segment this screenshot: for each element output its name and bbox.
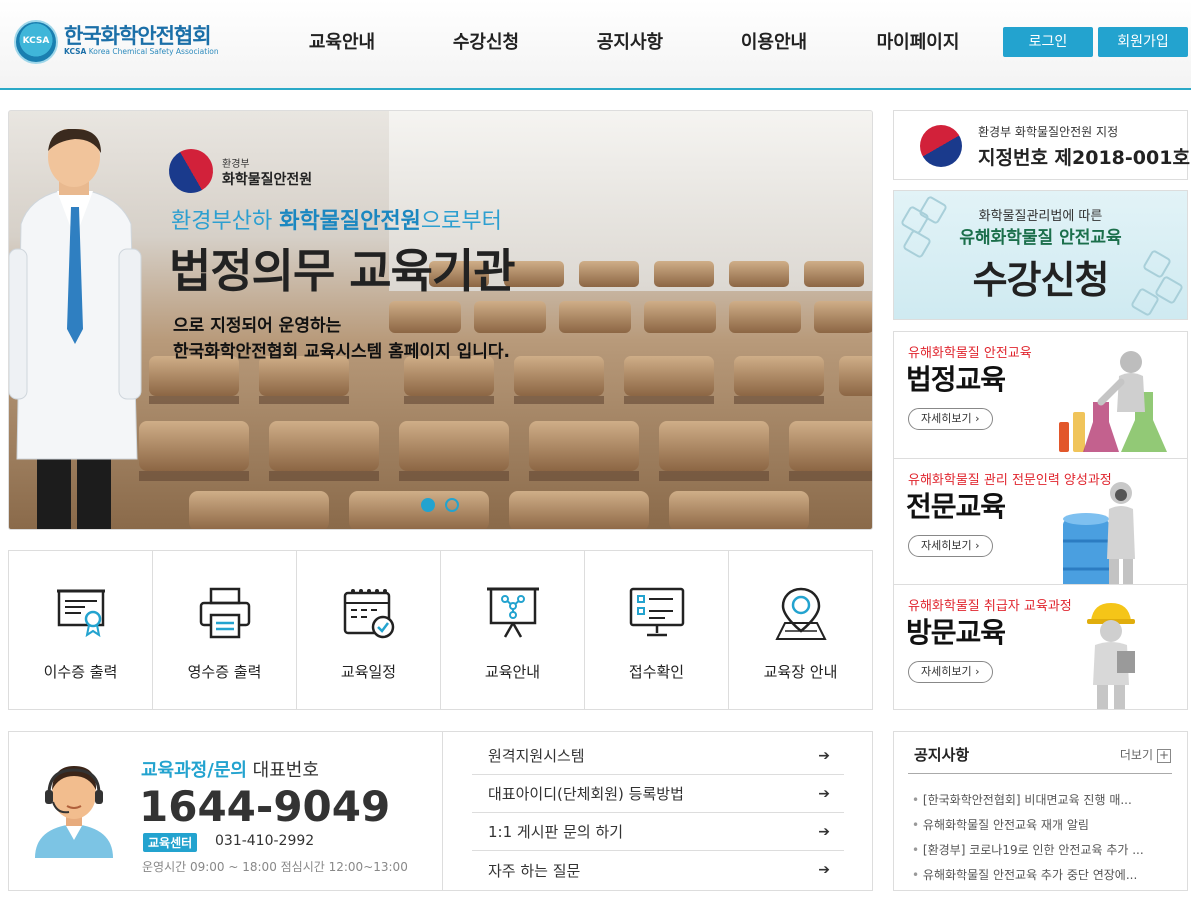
slider-pagination <box>421 498 459 512</box>
link-one-on-one-inquiry[interactable]: 1:1 게시판 문의 하기 ➔ <box>472 813 844 851</box>
quick-registration-check[interactable]: 접수확인 <box>585 551 729 709</box>
slide-dot-2[interactable] <box>445 498 459 512</box>
designation-line1: 환경부 화학물질안전원 지정 <box>978 125 1119 139</box>
hero-description-line2: 한국화학안전협회 교육시스템 홈페이지 입니다. <box>173 342 511 362</box>
designation-number: 지정번호 제2018-001호 <box>978 147 1190 169</box>
nav-notices[interactable]: 공지사항 <box>558 28 702 54</box>
notice-item[interactable]: 유해화학물질 안전교육 추가 중단 연장에... <box>912 863 1172 888</box>
notice-item[interactable]: [한국화학안전협회] 비대면교육 진행 매... <box>912 788 1172 813</box>
chemical-barrel-worker-icon <box>1063 482 1135 584</box>
notice-item[interactable]: 유해화학물질 안전교육 재개 알림 <box>912 813 1172 838</box>
hero-headline: 법정의무 교육기관 <box>169 244 516 298</box>
course-name: 방문교육 <box>906 616 1006 649</box>
course-legal-education[interactable]: 유해화학물질 안전교육 법정교육 자세히보기 › <box>893 331 1188 458</box>
lab-flasks-figure-icon <box>1059 351 1167 452</box>
map-pin-icon <box>774 587 827 640</box>
hero-subheading: 환경부산하 화학물질안전원으로부터 <box>171 209 502 234</box>
quick-label: 교육장 안내 <box>763 663 838 681</box>
quick-education-guide[interactable]: 교육안내 <box>441 551 585 709</box>
enroll-banner[interactable]: 화학물질관리법에 따른 유해화학물질 안전교육 수강신청 <box>893 190 1188 320</box>
monitor-checklist-icon <box>629 587 684 637</box>
printer-icon <box>199 587 250 639</box>
contact-title: 교육과정/문의 대표번호 <box>141 760 319 781</box>
enroll-line1: 화학물질관리법에 따른 <box>978 209 1103 224</box>
hero-banner: 환경부 화학물질안전원 환경부산하 화학물질안전원으로부터 법정의무 교육기관 … <box>8 110 873 530</box>
course-details-button[interactable]: 자세히보기 › <box>908 408 993 430</box>
notice-more-link[interactable]: 더보기 + <box>1120 746 1171 763</box>
arrow-right-icon: ➔ <box>818 785 830 802</box>
arrow-right-icon: ➔ <box>818 823 830 840</box>
quick-education-schedule[interactable]: 교육일정 <box>297 551 441 709</box>
logo-korean-name: 한국화학안전협회 <box>64 24 212 48</box>
designation-box: 환경부 화학물질안전원 지정 지정번호 제2018-001호 <box>893 110 1190 180</box>
quick-label: 교육일정 <box>340 663 397 681</box>
main-navigation: 교육안내 수강신청 공지사항 이용안내 마이페이지 <box>270 28 990 54</box>
course-name: 법정교육 <box>906 363 1006 396</box>
quick-label: 영수증 출력 <box>187 663 262 681</box>
signup-button[interactable]: 회원가입 <box>1098 27 1188 57</box>
government-emblem-icon <box>920 125 962 167</box>
ministry-small-label: 환경부 <box>222 159 250 170</box>
ministry-name: 화학물질안전원 <box>222 172 313 188</box>
course-details-button[interactable]: 자세히보기 › <box>908 661 993 683</box>
header: KCSA 한국화학안전협회 KCSA Korea Chemical Safety… <box>0 0 1191 90</box>
nav-usage-guide[interactable]: 이용안내 <box>702 28 846 54</box>
hero-description-line1: 으로 지정되어 운영하는 <box>173 316 342 336</box>
call-center-agent-icon <box>35 766 113 858</box>
notice-divider <box>908 773 1172 774</box>
contact-info: 교육과정/문의 대표번호 1644-9049 교육센터 031-410-2992… <box>9 732 443 890</box>
presentation-board-icon <box>486 587 539 638</box>
support-links: 원격지원시스템 ➔ 대표아이디(단체회원) 등록방법 ➔ 1:1 게시판 문의 하기… <box>472 737 844 889</box>
plus-icon: + <box>1157 748 1171 763</box>
quick-label: 이수증 출력 <box>43 663 118 681</box>
slide-dot-1[interactable] <box>421 498 435 512</box>
kcsa-logo-mark-icon: KCSA <box>14 20 58 64</box>
doctor-illustration <box>9 129 142 529</box>
quick-venue-guide[interactable]: 교육장 안내 <box>729 551 872 709</box>
login-button[interactable]: 로그인 <box>1003 27 1093 57</box>
notice-board: 공지사항 더보기+ [한국화학안전협회] 비대면교육 진행 매... 유해화학물… <box>893 731 1188 891</box>
site-logo[interactable]: KCSA 한국화학안전협회 KCSA Korea Chemical Safety… <box>14 18 219 66</box>
logo-english-name: KCSA Korea Chemical Safety Association <box>64 47 219 56</box>
quick-certificate-print[interactable]: 이수증 출력 <box>9 551 153 709</box>
quick-receipt-print[interactable]: 영수증 출력 <box>153 551 297 709</box>
notice-list: [한국화학안전협회] 비대면교육 진행 매... 유해화학물질 안전교육 재개 … <box>912 788 1172 888</box>
contact-panel: 교육과정/문의 대표번호 1644-9049 교육센터 031-410-2992… <box>8 731 873 891</box>
arrow-right-icon: ➔ <box>818 862 830 878</box>
notice-item[interactable]: [환경부] 코로나19로 인한 안전교육 추가 ... <box>912 838 1172 863</box>
link-group-id-registration[interactable]: 대표아이디(단체회원) 등록방법 ➔ <box>472 775 844 813</box>
link-faq[interactable]: 자주 하는 질문 ➔ <box>472 851 844 889</box>
course-expert-education[interactable]: 유해화학물질 관리 전문인력 양성과정 전문교육 자세히보기 › <box>893 458 1188 584</box>
course-details-button[interactable]: 자세히보기 › <box>908 535 993 557</box>
enroll-title: 수강신청 <box>972 258 1110 302</box>
education-center-phone: 031-410-2992 <box>215 833 315 849</box>
nav-education-info[interactable]: 교육안내 <box>270 28 414 54</box>
certificate-icon <box>56 589 105 638</box>
enroll-line2: 유해화학물질 안전교육 <box>959 228 1122 248</box>
link-remote-support[interactable]: 원격지원시스템 ➔ <box>472 737 844 775</box>
quick-label: 접수확인 <box>628 663 685 681</box>
quick-menu: 이수증 출력 영수증 출력 교육일정 교육안내 접수확인 교육장 안내 <box>8 550 873 710</box>
quick-label: 교육안내 <box>484 663 541 681</box>
calendar-icon <box>343 589 394 639</box>
arrow-right-icon: ➔ <box>818 747 830 764</box>
hardhat-worker-icon <box>1087 603 1135 709</box>
operating-hours: 운영시간 09:00 ~ 18:00 점심시간 12:00~13:00 <box>142 860 408 874</box>
nav-enrollment[interactable]: 수강신청 <box>414 28 558 54</box>
notice-title: 공지사항 <box>914 746 970 764</box>
education-center-badge: 교육센터 <box>143 833 198 852</box>
nav-my-page[interactable]: 마이페이지 <box>846 28 990 54</box>
course-visit-education[interactable]: 유해화학물질 취급자 교육과정 방문교육 자세히보기 › <box>893 584 1188 710</box>
main-phone-number: 1644-9049 <box>139 782 391 831</box>
course-name: 전문교육 <box>906 490 1006 523</box>
